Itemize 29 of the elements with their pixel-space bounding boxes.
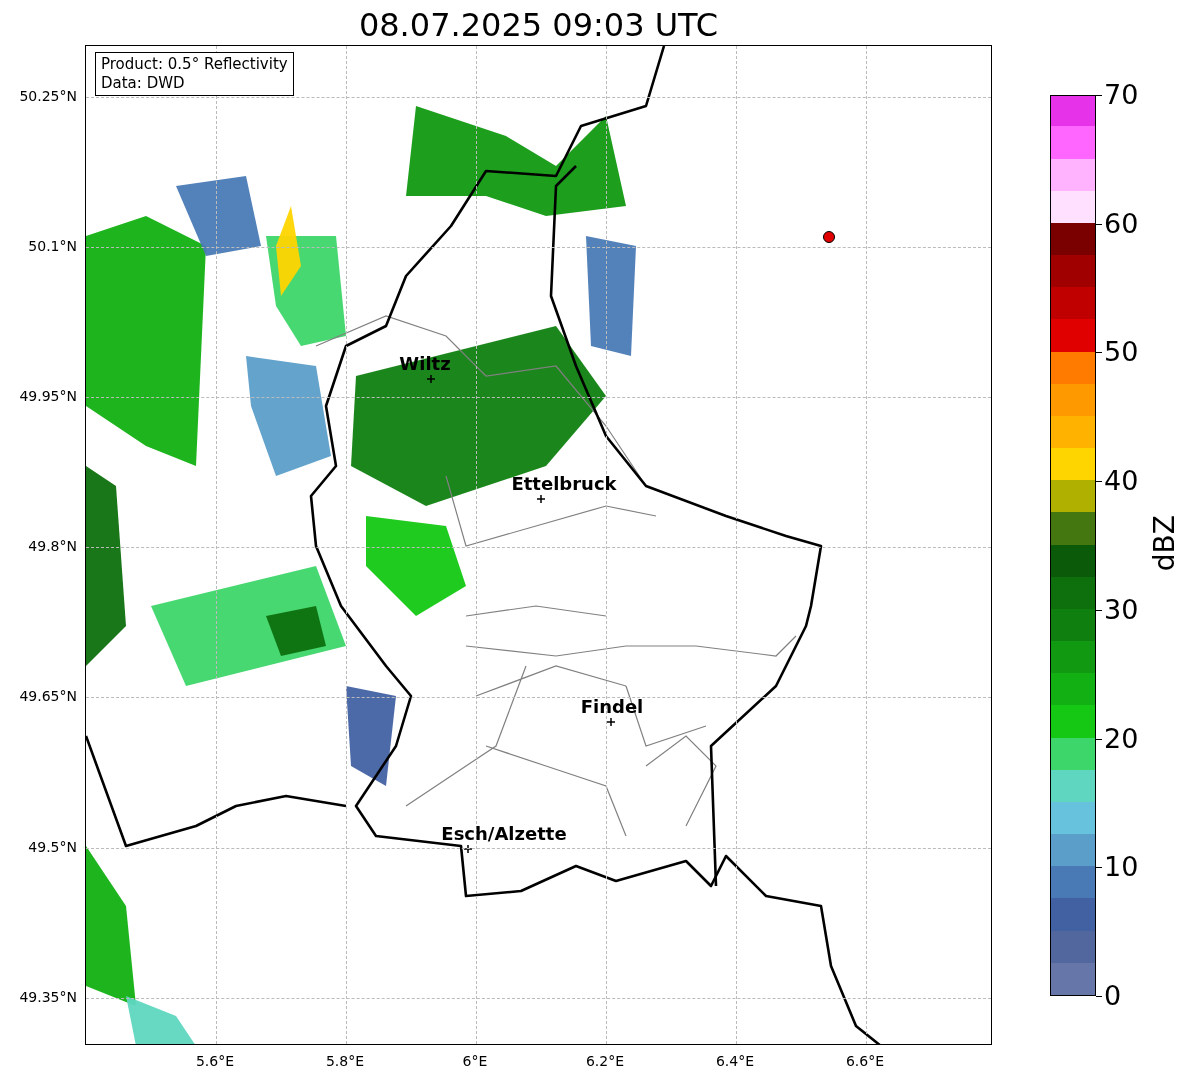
latitude-label: 50.1°N — [28, 237, 77, 256]
longitude-label: 5.8°E — [325, 1053, 365, 1069]
latitude-label: 49.5°N — [28, 837, 77, 856]
city-label: Wiltz — [399, 352, 451, 374]
colorbar-tick-label: 0 — [1104, 980, 1122, 1012]
colorbar-label: dBZ — [1148, 515, 1181, 572]
colorbar-tick-label: 10 — [1104, 851, 1139, 884]
legend-text: Data: DWD — [101, 74, 186, 93]
latitude-label: 49.95°N — [19, 387, 77, 406]
longitude-label: 6.2°E — [585, 1053, 625, 1069]
city-label: Findel — [580, 695, 644, 717]
city-label: Esch/Alzette — [441, 822, 567, 844]
longitude-label: 6.4°E — [715, 1053, 755, 1069]
latitude-label: 49.35°N — [19, 987, 77, 1006]
latitude-label: 49.65°N — [19, 687, 77, 706]
colorbar-tick-label: 70 — [1104, 79, 1139, 111]
legend-text: Product: 0.5° Reflectivity — [101, 55, 288, 74]
colorbar-tick-label: 50 — [1104, 336, 1139, 369]
longitude-label: 6°E — [462, 1053, 488, 1069]
colorbar-tick-label: 20 — [1104, 722, 1139, 755]
colorbar-tick-label: 60 — [1104, 207, 1139, 240]
longitude-label: 5.6°E — [195, 1053, 235, 1069]
latitude-label: 49.8°N — [28, 537, 77, 556]
colorbar-tick-label: 40 — [1104, 465, 1139, 498]
latitude-label: 50.25°N — [19, 87, 77, 105]
city-label: Ettelbruck — [511, 472, 617, 494]
chart-title: 08.07.2025 09:03 UTC — [358, 5, 719, 45]
longitude-label: 6.6°E — [845, 1053, 885, 1069]
colorbar-tick-label: 30 — [1104, 593, 1139, 626]
